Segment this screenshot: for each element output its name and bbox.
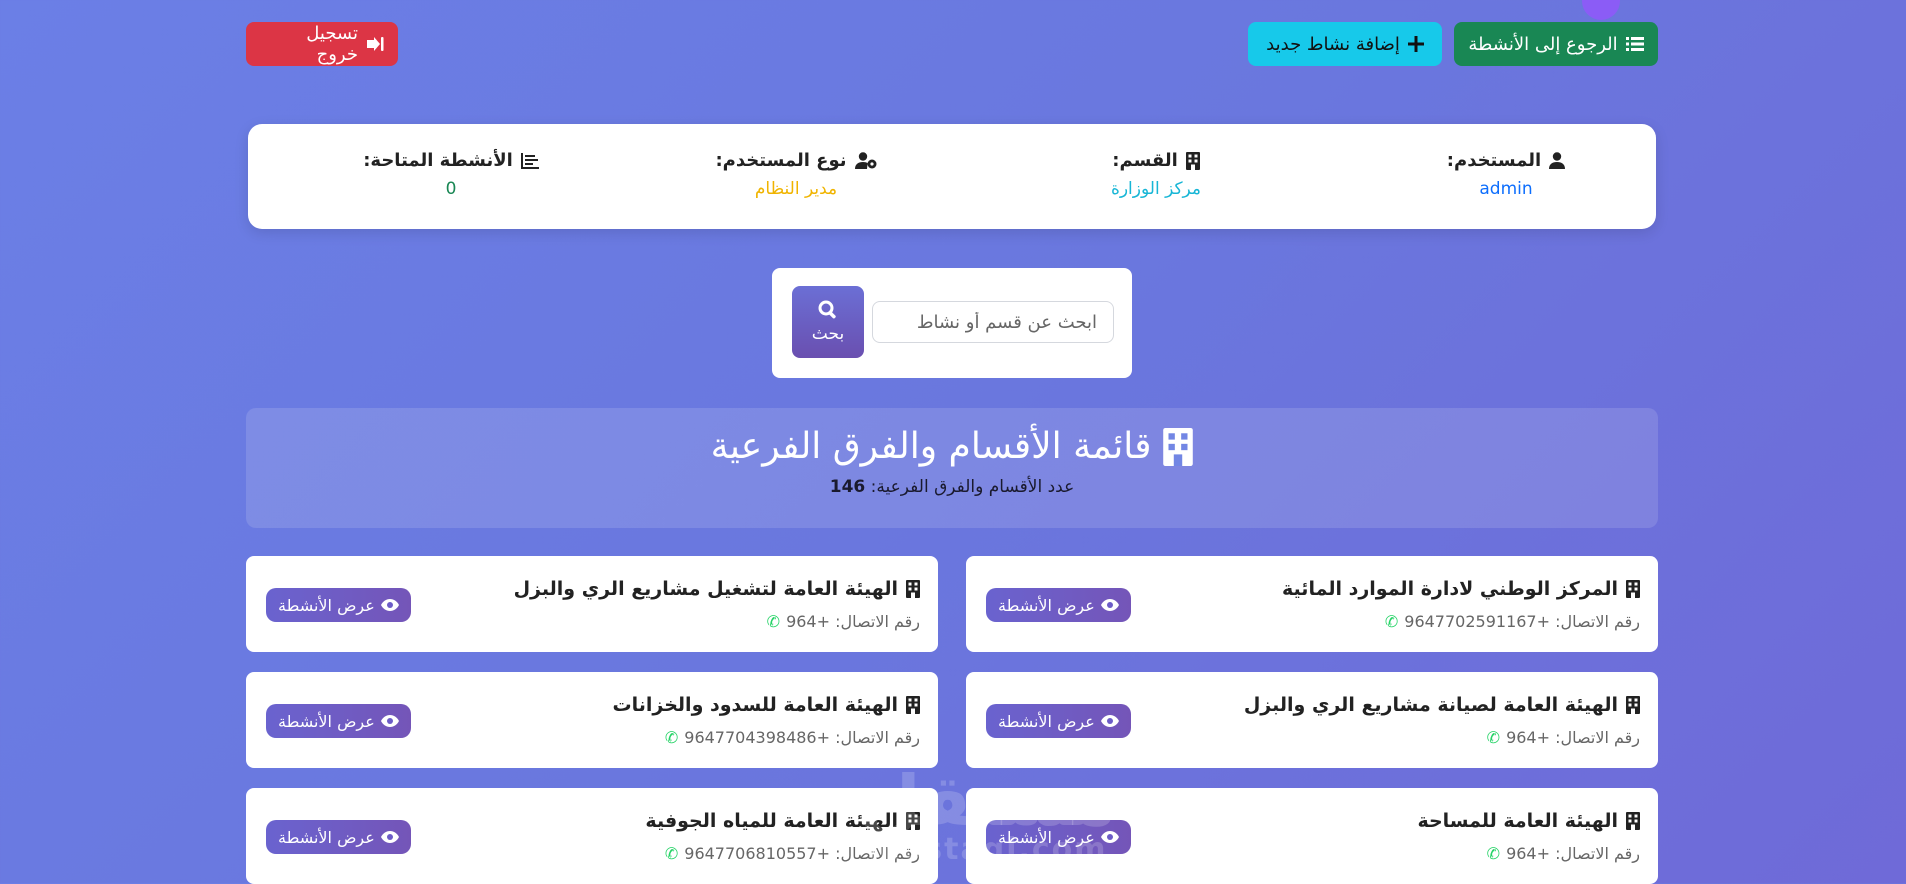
department-name: الهيئة العامة لصيانة مشاريع الري والبزل [1243,694,1618,716]
eye-icon [380,599,399,611]
eye-icon [1100,715,1119,727]
department-name: المركز الوطني لادارة الموارد المائية [1282,578,1618,600]
department-phone: رقم الاتصال: +9647702591167 [1404,612,1640,631]
view-activities-button[interactable]: عرض الأنشطة [266,588,411,622]
info-user-type: نوع المستخدم: مدير النظام [646,150,946,199]
departments-count: عدد الأقسام والفرق الفرعية: 146 [246,477,1658,497]
whatsapp-icon[interactable]: ✆ [665,844,678,863]
logout-button[interactable]: تسجيل خروج [246,22,398,66]
eye-icon [380,831,399,843]
view-activities-button[interactable]: عرض الأنشطة [266,820,411,854]
count-value: 146 [829,477,866,497]
department-value: مركز الوزارة [1110,179,1202,199]
list-icon [1625,36,1644,52]
tasks-icon [520,152,539,169]
user-label: المستخدم: [1446,150,1542,171]
watermark-text: مستقل [860,760,1117,842]
info-department: القسم: مركز الوزارة [1006,150,1306,199]
whatsapp-icon[interactable]: ✆ [1385,612,1398,631]
view-activities-button[interactable]: عرض الأنشطة [266,704,411,738]
banner-title: قائمة الأقسام والفرق الفرعية [710,426,1152,467]
user-type-value: مدير النظام [754,179,838,199]
department-card: الهيئة العامة لصيانة مشاريع الري والبزل … [966,672,1658,768]
department-name: الهيئة العامة لتشغيل مشاريع الري والبزل [513,578,898,600]
plus-icon [1407,36,1424,52]
building-icon [1626,812,1640,830]
search-button[interactable]: بحث [792,286,864,358]
departments-banner: قائمة الأقسام والفرق الفرعية عدد الأقسام… [246,408,1658,528]
user-cog-icon [854,152,877,169]
mostaql-watermark: مستقل mostaql.com [860,760,1116,867]
user-icon [1549,152,1566,169]
department-name: الهيئة العامة للمساحة [1417,810,1618,832]
department-card: الهيئة العامة للمياه الجوفية رقم الاتصال… [246,788,938,884]
view-activities-label: عرض الأنشطة [998,595,1095,615]
eye-icon [380,715,399,727]
whatsapp-icon[interactable]: ✆ [767,612,780,631]
search-icon [818,300,838,320]
view-activities-label: عرض الأنشطة [998,711,1095,731]
search-card: بحث [772,268,1132,378]
building-icon [906,696,920,714]
department-card: المركز الوطني لادارة الموارد المائية رقم… [966,556,1658,652]
department-card: الهيئة العامة لتشغيل مشاريع الري والبزل … [246,556,938,652]
department-label: القسم: [1112,150,1178,171]
user-info-card: المستخدم: admin القسم: مركز الوزارة نوع … [248,124,1656,229]
add-activity-button[interactable]: إضافة نشاط جديد [1248,22,1442,66]
back-to-activities-button[interactable]: الرجوع إلى الأنشطة [1454,22,1658,66]
activities-label: الأنشطة المتاحة: [363,150,513,171]
user-value: admin [1479,179,1533,199]
view-activities-button[interactable]: عرض الأنشطة [986,588,1131,622]
search-input[interactable] [872,301,1114,343]
department-phone: رقم الاتصال: +964 [1506,844,1640,863]
count-label: عدد الأقسام والفرق الفرعية: [870,477,1075,497]
department-card: الهيئة العامة للسدود والخزانات رقم الاتص… [246,672,938,768]
activities-value: 0 [445,179,457,199]
avatar[interactable] [1582,0,1620,20]
whatsapp-icon[interactable]: ✆ [1487,728,1500,747]
view-activities-button[interactable]: عرض الأنشطة [986,704,1131,738]
building-icon [1163,427,1194,466]
view-activities-label: عرض الأنشطة [278,595,375,615]
back-button-label: الرجوع إلى الأنشطة [1468,33,1618,55]
logout-button-label: تسجيل خروج [306,23,358,65]
building-icon [1185,151,1200,170]
user-type-label: نوع المستخدم: [715,150,847,171]
department-phone: رقم الاتصال: +964 [1506,728,1640,747]
whatsapp-icon[interactable]: ✆ [1487,844,1500,863]
sign-out-icon [366,36,384,52]
department-phone: رقم الاتصال: +964 [786,612,920,631]
department-name: الهيئة العامة للسدود والخزانات [612,694,898,716]
info-activities: الأنشطة المتاحة: 0 [301,150,601,199]
building-icon [906,580,920,598]
view-activities-label: عرض الأنشطة [278,827,375,847]
building-icon [1626,580,1640,598]
whatsapp-icon[interactable]: ✆ [665,728,678,747]
info-user: المستخدم: admin [1356,150,1656,199]
eye-icon [1100,599,1119,611]
add-button-label: إضافة نشاط جديد [1266,33,1400,55]
view-activities-label: عرض الأنشطة [278,711,375,731]
watermark-sub: mostaql.com [868,832,1108,867]
top-bar: الرجوع إلى الأنشطة إضافة نشاط جديد تسجيل… [246,22,1658,68]
department-phone: رقم الاتصال: +9647704398486 [684,728,920,747]
building-icon [1626,696,1640,714]
search-button-label: بحث [811,324,845,344]
